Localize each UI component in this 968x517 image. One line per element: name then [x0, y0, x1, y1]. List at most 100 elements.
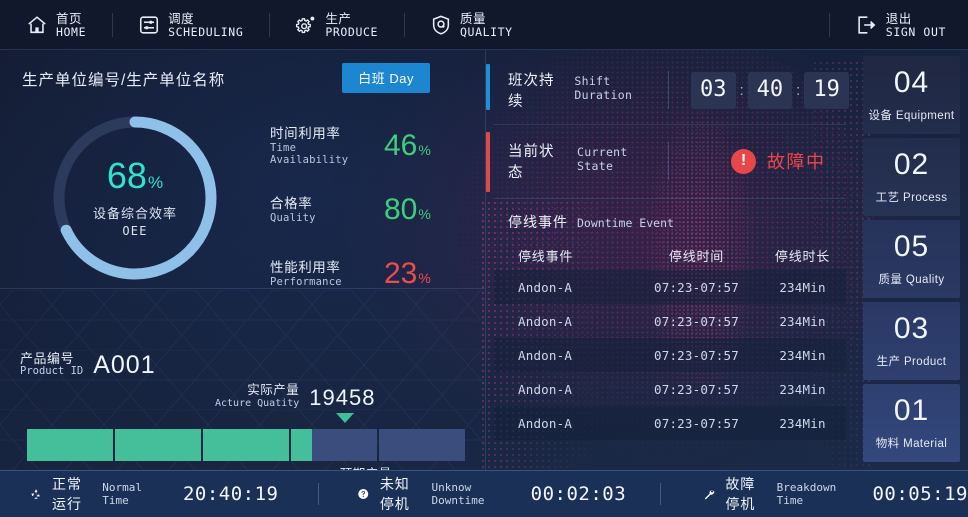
oee-gauge: 68% 设备综合效率 OEE	[45, 108, 225, 288]
table-row[interactable]: Andon-A 07:23-07:57 234Min	[494, 406, 846, 440]
nav-item-scheduling-labels: 调度 SCHEDULING	[168, 12, 243, 39]
kpi-quality-labels: 合格率 Quality	[270, 196, 366, 224]
sidebar-card-equipment-label: 设备 Equipment	[868, 109, 955, 122]
nav-item-quality[interactable]: 质量 QUALITY	[404, 0, 539, 50]
kpi-performance-value: 23%	[384, 259, 431, 289]
kpi-performance-percent: %	[418, 270, 431, 286]
table-row[interactable]: Andon-A 07:23-07:57 234Min	[494, 270, 846, 304]
kpi-quality-en: Quality	[270, 211, 316, 224]
table-row[interactable]: Andon-A 07:23-07:57 234Min	[494, 372, 846, 406]
shift-toggle-button[interactable]: 白班 Day	[342, 63, 430, 93]
oee-label-en: OEE	[122, 224, 148, 238]
progress-bar-fill-segment	[115, 429, 201, 461]
clock-colon-2: :	[796, 81, 801, 99]
product-id-label-en: Product ID	[20, 365, 84, 378]
nav-item-scheduling[interactable]: 调度 SCHEDULING	[112, 0, 269, 50]
sign-out-icon	[858, 16, 876, 34]
nav-item-scheduling-label-cn: 调度	[168, 11, 195, 26]
nav-item-home[interactable]: 首页 HOME	[0, 0, 112, 50]
oee-center-label: 68% 设备综合效率 OEE	[45, 108, 225, 288]
kpi-quality: 合格率 Quality 80%	[270, 184, 470, 236]
current-state-value-group: ! 故障中	[731, 148, 826, 174]
shift-hours: 03	[691, 71, 736, 109]
sidebar-card-process[interactable]: 02 工艺 Process	[863, 138, 960, 216]
downtime-cell-event: Andon-A	[518, 313, 573, 329]
current-state-separator	[668, 142, 669, 180]
kpi-time-availability: 时间利用率 Time Availability 46%	[270, 120, 470, 172]
downtime-cell-duration: 234Min	[779, 415, 826, 431]
left-horizontal-divider	[0, 288, 485, 289]
clock-colon-1: :	[739, 81, 744, 99]
dashboard-root: 首页 HOME 调度 SCHEDULING 生产 PRODUCE 质量 QUAL…	[0, 0, 968, 517]
kpi-quality-percent: %	[418, 206, 431, 222]
downtime-column-time: 停线时间	[668, 248, 725, 264]
kpi-quality-number: 80	[384, 193, 418, 226]
top-navigation-bar: 首页 HOME 调度 SCHEDULING 生产 PRODUCE 质量 QUAL…	[0, 0, 968, 50]
sidebar-card-material-label: 物料 Material	[875, 437, 948, 450]
kpi-quality-cn: 合格率	[270, 195, 313, 211]
footer-separator-2	[660, 482, 661, 505]
nav-item-quality-labels: 质量 QUALITY	[460, 12, 513, 39]
current-state-row: 当前状态 Current State ! 故障中	[486, 132, 855, 190]
product-id-labels: 产品编号 Product ID	[20, 351, 84, 378]
sign-out-label-en: SIGN OUT	[885, 24, 946, 39]
kpi-time-availability-cn: 时间利用率	[270, 125, 341, 141]
shift-duration-clock: 03 : 40 : 19	[691, 71, 849, 109]
footer-unknown-downtime-en: Unknow Downtime	[431, 480, 485, 507]
downtime-cell-time: 07:23-07:57	[654, 381, 739, 397]
footer-normal-time-cn: 正常运行	[52, 475, 83, 512]
actual-quantity-label-cn: 实际产量	[247, 383, 300, 397]
sidebar-card-quality-number: 05	[893, 229, 930, 263]
oee-label-cn: 设备综合效率	[92, 206, 177, 221]
production-unit-title: 生产单位编号/生产单位名称	[22, 72, 226, 89]
sign-out-label-cn: 退出	[885, 11, 912, 26]
sidebar-card-product[interactable]: 03 生产 Product	[863, 302, 960, 380]
sidebar-card-process-number: 02	[893, 147, 930, 181]
downtime-cell-event: Andon-A	[518, 347, 573, 363]
oee-value-number: 68	[106, 155, 147, 196]
downtime-cell-duration: 234Min	[779, 313, 826, 329]
current-state-label-cn: 当前状态	[508, 144, 555, 181]
downtime-title-en: Downtime Event	[577, 216, 674, 230]
actual-quantity-label-en: Acture Quatity	[215, 397, 300, 409]
product-id-value: A001	[93, 350, 156, 379]
progress-bar-fill-segment	[203, 429, 289, 461]
sign-out-button[interactable]: 退出 SIGN OUT	[828, 0, 968, 50]
sidebar-card-material[interactable]: 01 物料 Material	[863, 384, 960, 462]
shift-duration-label-en: Shift Duration	[574, 74, 633, 102]
sidebar-card-quality[interactable]: 05 质量 Quality	[863, 220, 960, 298]
shift-seconds: 19	[804, 71, 849, 109]
sidebar-card-equipment[interactable]: 04 设备 Equipment	[863, 56, 960, 134]
production-progress-block: 产品编号 Product ID A001 实际产量 Acture Quatity…	[0, 296, 485, 493]
progress-bar-fill-segment	[27, 429, 113, 461]
footer-normal-time-en: Normal Time	[102, 480, 142, 507]
kpi-time-availability-value: 46%	[384, 131, 431, 161]
question-circle-icon	[358, 488, 369, 499]
downtime-cell-duration: 234Min	[779, 279, 826, 295]
alert-exclamation-icon: !	[731, 148, 756, 174]
downtime-table-header: 停线事件 停线时间 停线时长	[494, 240, 846, 270]
downtime-title-cn: 停线事件	[508, 214, 568, 230]
actual-quantity-value: 19458	[309, 384, 376, 410]
downtime-cell-time: 07:23-07:57	[654, 415, 739, 431]
progress-bar-fill	[27, 429, 313, 461]
downtime-cell-time: 07:23-07:57	[654, 279, 739, 295]
kpi-performance-cn: 性能利用率	[270, 259, 341, 275]
table-row[interactable]: Andon-A 07:23-07:57 234Min	[494, 304, 846, 338]
sliders-icon	[140, 16, 159, 34]
product-id-label-cn: 产品编号	[20, 351, 75, 366]
recycle-icon	[31, 488, 40, 499]
kpi-time-availability-en: Time Availability	[270, 141, 349, 166]
downtime-cell-duration: 234Min	[779, 381, 826, 397]
home-icon	[28, 16, 46, 34]
middle-divider-1	[494, 124, 846, 125]
downtime-event-title: 停线事件 Downtime Event	[508, 212, 674, 232]
table-row[interactable]: Andon-A 07:23-07:57 234Min	[494, 338, 846, 372]
footer-unknown-downtime-value: 00:02:03	[530, 482, 627, 505]
product-id-group: 产品编号 Product ID A001	[20, 350, 156, 379]
shift-minutes: 40	[747, 71, 793, 109]
kpi-time-availability-labels: 时间利用率 Time Availability	[270, 126, 366, 167]
footer-unknown-downtime: 未知停机 Unknow Downtime 00:02:03	[357, 474, 626, 514]
status-footer: 正常运行 Normal Time 20:40:19 未知停机 Unknow Do…	[0, 470, 968, 517]
nav-item-produce[interactable]: 生产 PRODUCE	[269, 0, 404, 50]
